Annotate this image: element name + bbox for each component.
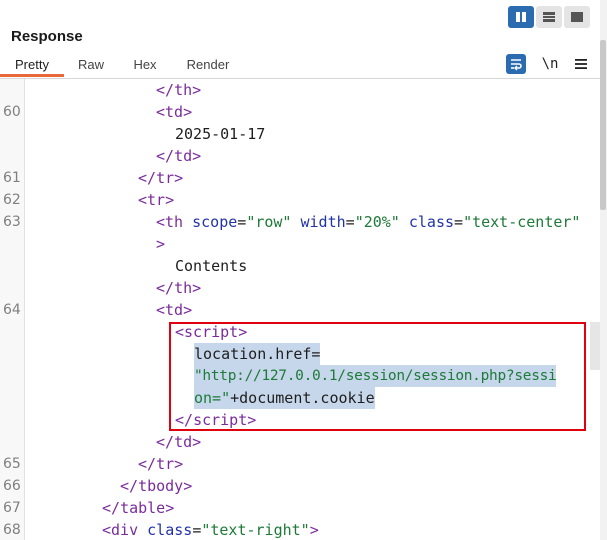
active-tab-underline: [0, 74, 64, 77]
line-number: 67: [3, 500, 21, 516]
line-number: 65: [3, 456, 21, 472]
highlight-box: [169, 322, 586, 431]
horizontal-view-icon[interactable]: [536, 6, 562, 28]
code-line: Contents: [175, 257, 248, 275]
tab-render[interactable]: Render: [180, 55, 236, 77]
single-view-icon[interactable]: [564, 6, 590, 28]
line-number: 68: [3, 522, 21, 538]
show-newlines-button[interactable]: \n: [538, 54, 562, 74]
tab-hex[interactable]: Hex: [124, 55, 166, 77]
response-editor[interactable]: </th> 60 <td> 2025-01-17 </td> 61 </tr> …: [0, 79, 600, 540]
code-line: </th>: [156, 81, 202, 99]
code-line: 64 <td>: [3, 301, 193, 319]
vertical-scrollbar[interactable]: [600, 0, 607, 540]
code-line: 62 <tr>: [3, 191, 175, 209]
code-line: 68 <div class="text-right">: [3, 521, 319, 539]
code-line: </th>: [156, 279, 202, 297]
line-number: 66: [3, 478, 21, 494]
line-number: 64: [3, 302, 21, 318]
code-line: </td>: [156, 147, 202, 165]
code-line: 63 <th scope="row" width="20%" class="te…: [3, 213, 581, 231]
line-number: 62: [3, 192, 21, 208]
word-wrap-icon[interactable]: [506, 54, 526, 74]
hamburger-menu-icon[interactable]: [574, 54, 588, 74]
line-number: 60: [3, 104, 21, 120]
code-line: 67 </table>: [3, 499, 175, 517]
split-view-icon[interactable]: [508, 6, 534, 28]
code-line: 2025-01-17: [175, 125, 266, 143]
panel-title: Response: [11, 28, 83, 45]
code-line: 66 </tbody>: [3, 477, 193, 495]
code-line: 61 </tr>: [3, 169, 184, 187]
line-number: 63: [3, 214, 21, 230]
editor-toolbar: \n: [506, 54, 588, 74]
tab-raw[interactable]: Raw: [68, 55, 114, 77]
scrollbar-thumb[interactable]: [600, 40, 606, 210]
code-line: 60 <td>: [3, 103, 193, 121]
code-line: </td>: [156, 433, 202, 451]
scroll-marker: [590, 322, 600, 370]
layout-toggle-group: [508, 6, 590, 28]
code-line: 65 </tr>: [3, 455, 184, 473]
code-line: >: [156, 235, 166, 253]
line-number: 61: [3, 170, 21, 186]
